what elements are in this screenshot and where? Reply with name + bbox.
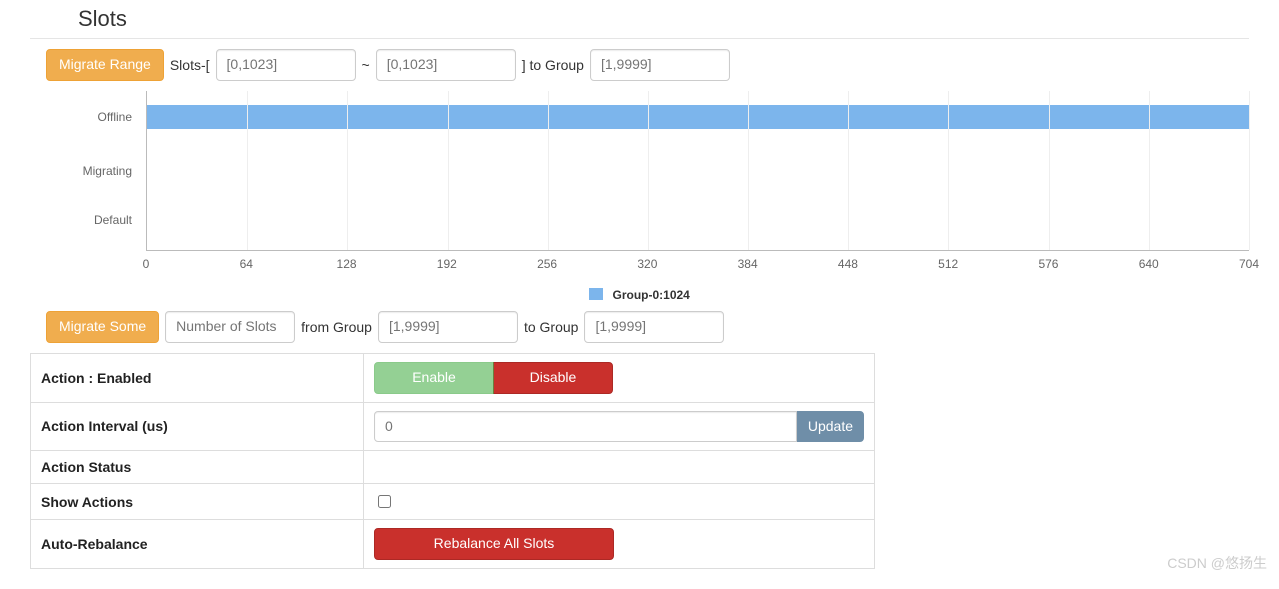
slot-count-input[interactable] — [165, 311, 295, 343]
auto-rebalance-label: Auto-Rebalance — [31, 520, 364, 569]
migrate-range-row: Migrate Range Slots-[ ~ ] to Group — [46, 49, 1249, 81]
x-tick-label: 384 — [738, 257, 758, 271]
migrate-range-sep: ~ — [362, 57, 370, 73]
migrate-range-suffix: ] to Group — [522, 57, 584, 73]
legend-text: Group-0:1024 — [612, 287, 689, 301]
chart-legend: Group-0:1024 — [30, 287, 1249, 302]
x-tick-label: 128 — [337, 257, 357, 271]
migrate-some-row: Migrate Some from Group to Group — [46, 311, 1249, 343]
config-table: Action : Enabled Enable Disable Action I… — [30, 353, 875, 569]
migrate-range-prefix: Slots-[ — [170, 57, 210, 73]
interval-label: Action Interval (us) — [31, 402, 364, 451]
gridline — [548, 91, 549, 250]
enable-button[interactable]: Enable — [374, 362, 494, 394]
status-value — [364, 451, 875, 484]
slot-chart: Offline Migrating Default 0 64 128 192 256 32… — [46, 91, 1249, 281]
gridline — [247, 91, 248, 250]
legend-swatch — [589, 288, 603, 300]
y-label-migrating: Migrating — [83, 164, 132, 178]
y-label-offline: Offline — [98, 110, 132, 124]
section-title: Slots — [30, 0, 1249, 39]
interval-input[interactable] — [374, 411, 797, 443]
bar-group-0[interactable] — [147, 105, 1249, 129]
x-tick-label: 64 — [240, 257, 253, 271]
y-label-default: Default — [94, 213, 132, 227]
action-label: Action : Enabled — [31, 354, 364, 403]
slot-from-input[interactable] — [216, 49, 356, 81]
x-tick-label: 448 — [838, 257, 858, 271]
x-tick-label: 640 — [1139, 257, 1159, 271]
x-tick-label: 192 — [437, 257, 457, 271]
gridline — [1049, 91, 1050, 250]
show-actions-label: Show Actions — [31, 484, 364, 520]
x-tick-label: 512 — [938, 257, 958, 271]
gridline — [1149, 91, 1150, 250]
slot-to-input[interactable] — [376, 49, 516, 81]
status-label: Action Status — [31, 451, 364, 484]
migrate-some-button[interactable]: Migrate Some — [46, 311, 159, 343]
x-tick-label: 256 — [537, 257, 557, 271]
from-group-input[interactable] — [378, 311, 518, 343]
x-tick-label: 320 — [637, 257, 657, 271]
gridline — [648, 91, 649, 250]
gridline — [1249, 91, 1250, 250]
rebalance-button[interactable]: Rebalance All Slots — [374, 528, 614, 560]
show-actions-checkbox[interactable] — [378, 495, 391, 508]
x-tick-label: 576 — [1038, 257, 1058, 271]
update-button[interactable]: Update — [797, 411, 864, 443]
to-group-input[interactable] — [584, 311, 724, 343]
gridline — [748, 91, 749, 250]
migrate-range-button[interactable]: Migrate Range — [46, 49, 164, 81]
x-tick-label: 0 — [143, 257, 150, 271]
to-group-label: to Group — [524, 319, 578, 335]
gridline — [448, 91, 449, 250]
gridline — [848, 91, 849, 250]
from-group-label: from Group — [301, 319, 372, 335]
slot-group-input[interactable] — [590, 49, 730, 81]
gridline — [948, 91, 949, 250]
disable-button[interactable]: Disable — [493, 362, 613, 394]
x-tick-label: 704 — [1239, 257, 1259, 271]
gridline — [347, 91, 348, 250]
watermark: CSDN @悠扬生 — [1167, 553, 1267, 573]
